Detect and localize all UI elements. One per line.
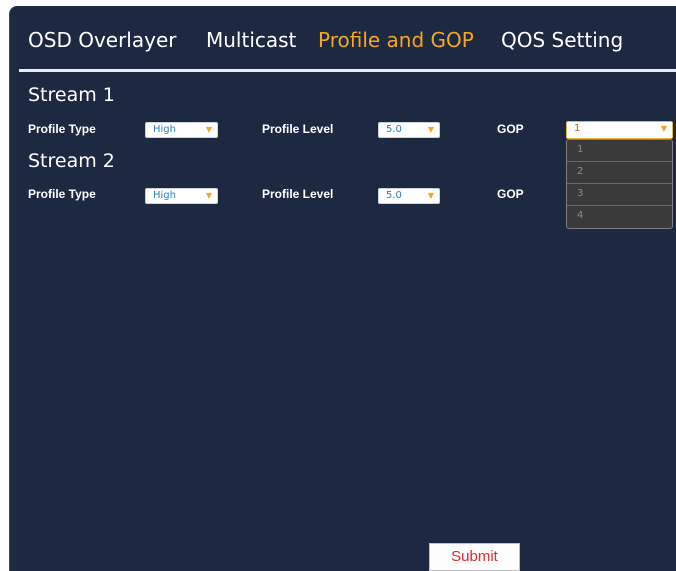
stream-1-profile-type-label: Profile Type — [28, 122, 96, 136]
stream-2-profile-type-select[interactable]: High ▼ — [145, 188, 218, 204]
chevron-down-icon: ▼ — [205, 191, 212, 200]
stream-1-title: Stream 1 — [28, 84, 115, 106]
gop-option-1[interactable]: 1 — [567, 140, 672, 162]
stream-1-profile-level-value: 5.0 — [386, 124, 402, 135]
gop-option-3[interactable]: 3 — [567, 184, 672, 206]
stream-2-profile-level-select[interactable]: 5.0 ▼ — [378, 188, 440, 204]
stream-1-profile-type-value: High — [153, 124, 176, 135]
chevron-down-icon: ▼ — [660, 124, 667, 133]
tab-osd-overlayer[interactable]: OSD Overlayer — [28, 28, 176, 52]
stream-1-gop-value: 1 — [574, 123, 581, 134]
submit-button[interactable]: Submit — [429, 543, 520, 571]
stream-2-profile-type-value: High — [153, 190, 176, 201]
chevron-down-icon: ▼ — [427, 191, 434, 200]
stream-2-profile-level-label: Profile Level — [262, 187, 334, 201]
stream-1-profile-type-select[interactable]: High ▼ — [145, 122, 218, 138]
stream-1-profile-level-label: Profile Level — [262, 122, 334, 136]
tab-profile-and-gop[interactable]: Profile and GOP — [318, 28, 474, 52]
tab-multicast[interactable]: Multicast — [206, 28, 296, 52]
gop-option-2[interactable]: 2 — [567, 162, 672, 184]
stream-2-title: Stream 2 — [28, 150, 115, 172]
stream-2-gop-label: GOP — [497, 187, 524, 201]
tab-divider — [19, 69, 676, 72]
stream-1-profile-level-select[interactable]: 5.0 ▼ — [378, 122, 440, 138]
stream-1-gop-select[interactable]: 1 ▼ — [566, 121, 673, 139]
chevron-down-icon: ▼ — [427, 125, 434, 134]
stream-2-profile-type-label: Profile Type — [28, 187, 96, 201]
stream-2-profile-level-value: 5.0 — [386, 190, 402, 201]
gop-option-4[interactable]: 4 — [567, 206, 672, 228]
chevron-down-icon: ▼ — [205, 125, 212, 134]
tab-qos-setting[interactable]: QOS Setting — [501, 28, 623, 52]
stream-1-gop-label: GOP — [497, 122, 524, 136]
gop-dropdown-list: 1 2 3 4 — [566, 139, 673, 229]
